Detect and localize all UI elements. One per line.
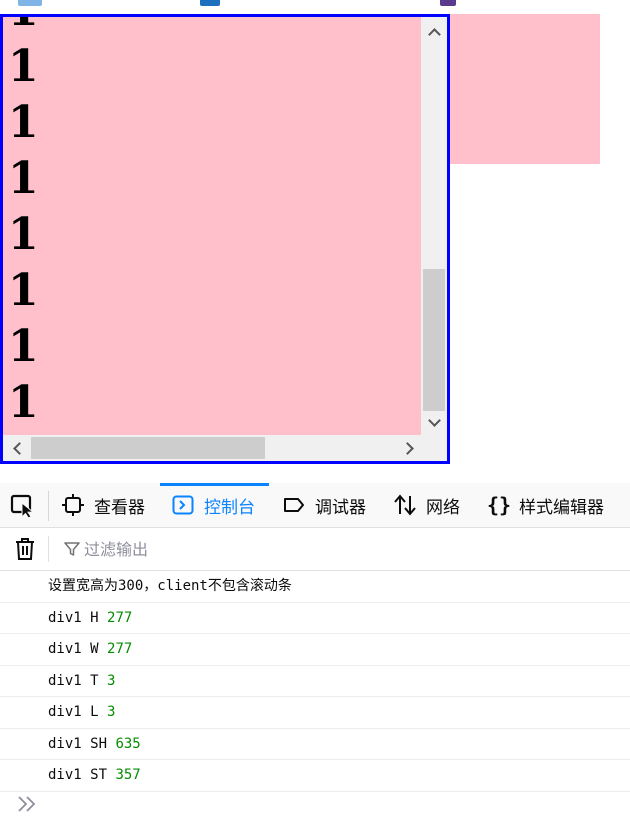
console-number: 3 — [107, 672, 116, 689]
scroll-right-arrow-icon[interactable] — [401, 442, 414, 455]
style-editor-icon: {} — [487, 493, 512, 517]
vertical-scrollbar[interactable] — [421, 17, 447, 435]
scroll-up-arrow-icon[interactable] — [428, 28, 441, 41]
toolbar-separator — [48, 536, 49, 562]
console-number: 3 — [107, 704, 116, 720]
scrollbar-corner — [421, 435, 447, 461]
console-message: div1 L 3 — [0, 697, 630, 729]
tab-style-editor[interactable]: {} 样式编辑器 — [487, 483, 604, 527]
element-picker-icon[interactable] — [10, 493, 36, 519]
console-number: 277 — [107, 609, 133, 626]
filter-output-input[interactable] — [84, 538, 484, 560]
tab-network[interactable]: 网络 — [394, 483, 460, 527]
tab-label: 控制台 — [204, 497, 255, 518]
content-line: 1 — [8, 153, 39, 204]
content-line: 1 — [8, 209, 39, 260]
content-line: 1 — [8, 41, 39, 92]
inspector-icon — [62, 494, 84, 516]
filter-icon — [64, 542, 80, 556]
tab-debugger[interactable]: 调试器 — [283, 483, 366, 527]
tab-inspector[interactable]: 查看器 — [62, 483, 145, 527]
chevron-double-right-icon[interactable] — [16, 793, 38, 815]
tab-label: 样式编辑器 — [519, 497, 604, 518]
devtools-tab-bar: 查看器 控制台 调试器 网络 {} 样式编辑器 — [0, 483, 630, 528]
content-line: 1 — [8, 17, 39, 39]
console-toolbar — [0, 528, 630, 571]
tab-favicon-fragment — [200, 0, 220, 6]
tab-favicon-fragment — [18, 0, 42, 6]
debugger-icon — [284, 498, 304, 512]
vertical-scroll-thumb[interactable] — [423, 269, 445, 411]
div1-scroll-container[interactable]: 11111111 — [0, 14, 450, 464]
content-line: 1 — [8, 321, 39, 372]
trash-icon[interactable] — [14, 537, 36, 561]
tab-console[interactable]: 控制台 — [160, 483, 269, 527]
console-number: 357 — [115, 767, 141, 783]
console-message: div1 W 277 — [0, 634, 630, 666]
horizontal-scroll-thumb[interactable] — [31, 437, 265, 459]
content-line: 1 — [8, 377, 39, 428]
console-message: div1 ST 357 — [0, 760, 630, 792]
tab-label: 查看器 — [94, 497, 145, 518]
horizontal-scrollbar[interactable] — [3, 435, 421, 461]
content-line: 1 — [8, 97, 39, 148]
console-number: 277 — [107, 641, 133, 657]
browser-tab-strip — [0, 0, 630, 14]
tab-label: 调试器 — [315, 497, 366, 518]
scroll-down-arrow-icon[interactable] — [428, 414, 441, 427]
console-number: 635 — [115, 735, 141, 752]
devtools-panel: 查看器 控制台 调试器 网络 {} 样式编辑器 过滤输出 设置宽高为300，cl… — [0, 483, 630, 820]
network-icon — [394, 494, 416, 516]
console-output: 设置宽高为300，client不包含滚动条 div1 H 277 div1 W … — [0, 571, 630, 792]
console-message: 设置宽高为300，client不包含滚动条 — [0, 571, 630, 603]
console-message: div1 T 3 — [0, 666, 630, 697]
scroll-left-arrow-icon[interactable] — [13, 442, 26, 455]
content-lines: 11111111 — [8, 17, 39, 431]
content-line: 1 — [8, 265, 39, 316]
tab-favicon-fragment — [440, 0, 456, 6]
console-message: div1 SH 635 — [0, 729, 630, 760]
tab-separator — [48, 491, 49, 521]
console-icon — [172, 495, 194, 515]
tab-label: 网络 — [426, 497, 460, 518]
console-message: div1 H 277 — [0, 603, 630, 634]
